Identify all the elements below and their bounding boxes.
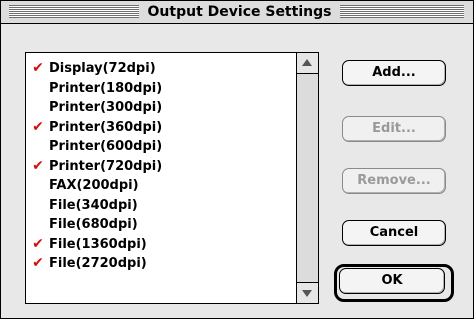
window-title: Output Device Settings (141, 3, 338, 21)
device-list-item[interactable]: FAX(200dpi) (26, 176, 296, 196)
triangle-down-icon (302, 290, 312, 297)
checkmark-icon (30, 98, 46, 118)
device-label: Printer(720dpi) (49, 158, 163, 174)
checkmark-icon: ✔ (32, 235, 44, 252)
checkmark-icon: ✔ (32, 157, 44, 174)
device-label: File(680dpi) (49, 217, 138, 232)
checkmark-icon (30, 196, 46, 216)
checkmark-icon: ✔ (32, 255, 44, 271)
device-label: File(1360dpi) (49, 236, 147, 252)
device-list-item[interactable]: ✔ Printer(720dpi) (26, 157, 296, 177)
ok-button[interactable]: OK (339, 268, 445, 294)
title-bar[interactable]: Output Device Settings (1, 1, 473, 24)
vertical-scrollbar[interactable] (296, 53, 318, 303)
edit-button[interactable]: Edit... (342, 116, 446, 142)
device-list-item[interactable]: Printer(180dpi) (26, 79, 296, 99)
device-label: File(2720dpi) (49, 256, 147, 271)
title-bar-stripes-left (9, 5, 139, 18)
device-list-item[interactable]: File(340dpi) (26, 196, 296, 216)
checkmark-icon: ✔ (32, 118, 44, 135)
device-label: File(340dpi) (49, 197, 138, 213)
checkmark-icon (30, 176, 46, 196)
remove-button[interactable]: Remove... (342, 168, 446, 194)
device-list-viewport: ✔ Display(72dpi) Printer(180dpi) Printer(30… (26, 53, 296, 303)
checkmark-icon (30, 79, 46, 99)
device-list: ✔ Display(72dpi) Printer(180dpi) Printer(30… (26, 59, 296, 274)
device-list-item[interactable]: Printer(300dpi) (26, 98, 296, 118)
device-label: Printer(300dpi) (49, 100, 163, 115)
device-label: Printer(600dpi) (49, 139, 163, 154)
triangle-up-icon (302, 59, 312, 66)
checkmark-icon: ✔ (32, 60, 44, 76)
device-label: Display(72dpi) (49, 61, 156, 76)
device-label: Printer(180dpi) (49, 80, 163, 96)
title-bar-stripes-right (340, 5, 464, 18)
cancel-button[interactable]: Cancel (342, 220, 446, 246)
device-list-item[interactable]: ✔ Printer(360dpi) (26, 118, 296, 138)
scroll-up-button[interactable] (297, 53, 318, 74)
output-device-settings-dialog: Output Device Settings ✔ Display(72dpi) Pr… (0, 0, 474, 319)
checkmark-icon (30, 137, 46, 157)
add-button[interactable]: Add... (342, 60, 446, 86)
device-label: FAX(200dpi) (49, 178, 139, 193)
device-list-box: ✔ Display(72dpi) Printer(180dpi) Printer(30… (25, 52, 319, 304)
device-list-item[interactable]: File(680dpi) (26, 215, 296, 235)
checkmark-icon (30, 215, 46, 235)
scroll-down-button[interactable] (297, 282, 318, 303)
device-label: Printer(360dpi) (49, 119, 163, 135)
device-list-item[interactable]: Printer(600dpi) (26, 137, 296, 157)
device-list-item[interactable]: ✔ File(1360dpi) (26, 235, 296, 255)
device-list-item[interactable]: ✔ File(2720dpi) (26, 254, 296, 274)
device-list-item[interactable]: ✔ Display(72dpi) (26, 59, 296, 79)
